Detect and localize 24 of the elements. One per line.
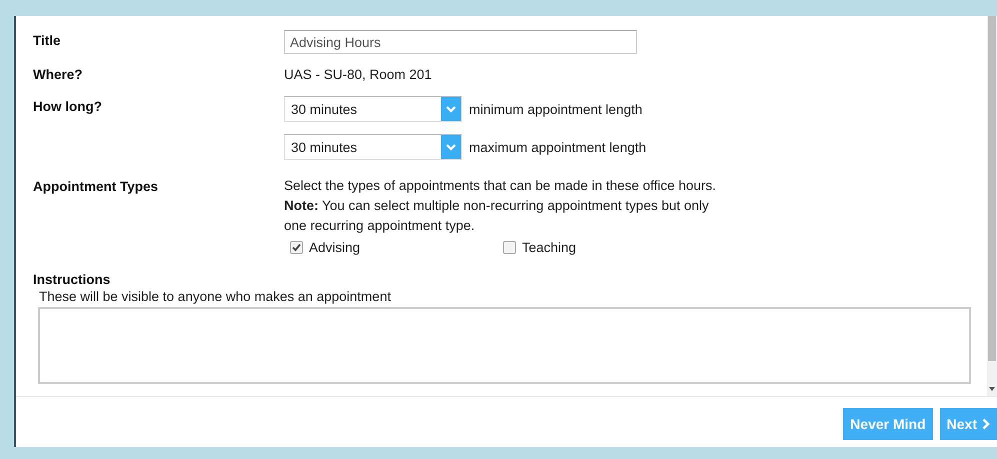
chevron-right-icon [982, 418, 990, 430]
duration-select[interactable]: 30 minutes [284, 134, 462, 160]
description-text: Select the types of appointments that can be made in these office hours. [284, 177, 718, 195]
note-text: Note: You can select multiple non-recurring appointment types but only one recurring appointment type. [284, 197, 710, 235]
title-input[interactable]: Advising Hours [284, 30, 637, 54]
field-label: Where? [33, 66, 84, 84]
chevron-down-icon [441, 97, 461, 121]
scroll-down-arrow-icon[interactable] [988, 386, 996, 392]
checkbox[interactable] [290, 241, 303, 254]
field-label: Title [33, 32, 62, 50]
field-label: How long? [33, 98, 103, 116]
location-text: UAS - SU-80, Room 201 [284, 66, 433, 82]
checkbox[interactable] [503, 241, 516, 254]
select-caption: maximum appointment length [469, 140, 646, 154]
duration-select[interactable]: 30 minutes [284, 96, 462, 122]
field-label: Appointment Types [33, 178, 160, 196]
chevron-down-icon [441, 135, 461, 159]
checkbox-label: Advising [309, 240, 360, 255]
field-label: Instructions [33, 271, 112, 287]
hint-text: These will be visible to anyone who makes an appointment [39, 289, 392, 304]
instructions-textarea[interactable] [38, 307, 971, 384]
select-caption: minimum appointment length [469, 102, 642, 116]
checkbox-label: Teaching [522, 240, 576, 255]
scrollbar[interactable] [987, 16, 997, 396]
